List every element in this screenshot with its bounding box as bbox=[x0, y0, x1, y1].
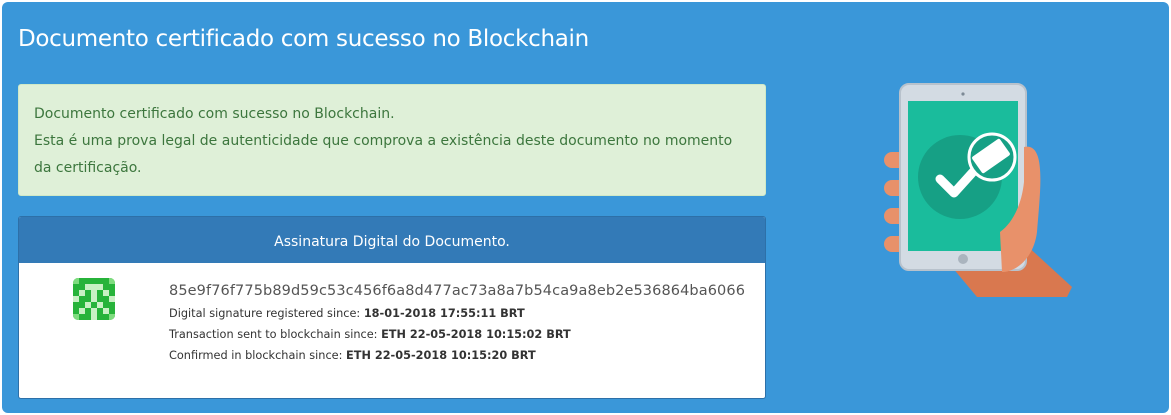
confirmed-line: Confirmed in blockchain since: ETH 22-05… bbox=[169, 345, 745, 366]
sent-label: Transaction sent to blockchain since: bbox=[169, 328, 378, 341]
sent-line: Transaction sent to blockchain since: ET… bbox=[169, 324, 745, 345]
signature-info: 85e9f76f775b89d59c53c456f6a8d477ac73a8a7… bbox=[169, 283, 745, 366]
registered-label: Digital signature registered since: bbox=[169, 307, 361, 320]
signature-body: 85e9f76f775b89d59c53c456f6a8d477ac73a8a7… bbox=[19, 263, 765, 398]
confirmed-value: ETH 22-05-2018 10:15:20 BRT bbox=[346, 349, 536, 362]
confirmed-label: Confirmed in blockchain since: bbox=[169, 349, 343, 362]
sent-value: ETH 22-05-2018 10:15:02 BRT bbox=[381, 328, 571, 341]
alert-line-2: Esta é uma prova legal de autenticidade … bbox=[34, 133, 733, 176]
phone-checkmark-illustration-icon bbox=[882, 82, 1072, 307]
registered-line: Digital signature registered since: 18-0… bbox=[169, 303, 745, 324]
registered-value: 18-01-2018 17:55:11 BRT bbox=[363, 307, 525, 320]
document-hash: 85e9f76f775b89d59c53c456f6a8d477ac73a8a7… bbox=[169, 283, 746, 299]
certification-panel: Documento certificado com sucesso no Blo… bbox=[2, 2, 1169, 413]
signature-card: Assinatura Digital do Documento. 85e9f76… bbox=[18, 216, 766, 399]
identicon-icon bbox=[73, 278, 115, 320]
signature-header: Assinatura Digital do Documento. bbox=[19, 217, 765, 263]
success-alert: Documento certificado com sucesso no Blo… bbox=[18, 84, 766, 196]
alert-line-1: Documento certificado com sucesso no Blo… bbox=[34, 106, 395, 122]
panel-title: Documento certificado com sucesso no Blo… bbox=[18, 26, 589, 52]
